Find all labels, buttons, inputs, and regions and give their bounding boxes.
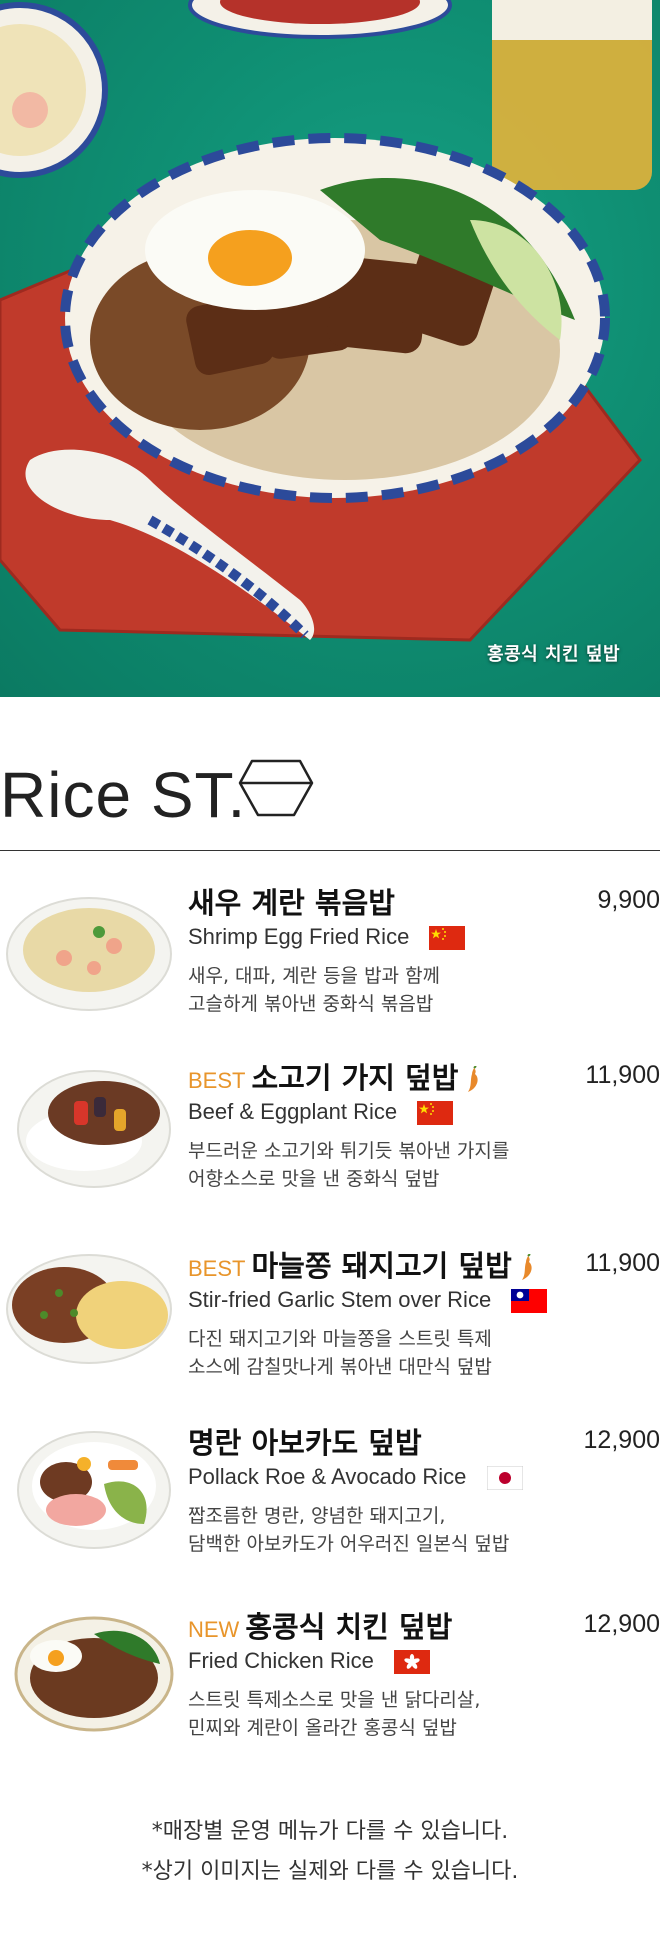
- menu-item-price: 12,900: [583, 1426, 660, 1454]
- menu-item[interactable]: NEW 홍콩식 치킨 덮밥 12,900 Fried Chicken Rice 스…: [0, 1604, 660, 1764]
- menu-item-english-label: Pollack Roe & Avocado Rice: [188, 1464, 467, 1489]
- menu-item-name: 명란 아보카도 덮밥: [188, 1420, 422, 1462]
- footnote-image-disclaimer: *상기 이미지는 실제와 다를 수 있습니다.: [141, 1859, 519, 1884]
- description-line: 어향소스로 맛을 낸 중화식 덮밥: [188, 1168, 440, 1190]
- menu-item-description: 새우, 대파, 계란 등을 밥과 함께 고슬하게 볶아낸 중화식 볶음밥: [188, 962, 440, 1018]
- menu-item-description: 다진 돼지고기와 마늘쫑을 스트릿 특제 소스에 감칠맛나게 볶아낸 대만식 덮…: [188, 1325, 492, 1381]
- bowl-outline-icon: [238, 759, 314, 817]
- description-line: 스트릿 특제소스로 맛을 낸 닭다리살,: [188, 1689, 481, 1711]
- menu-item[interactable]: 새우 계란 볶음밥 9,900 Shrimp Egg Fried Rice 새우…: [0, 880, 660, 1040]
- hongkong-flag-icon: [393, 1650, 430, 1675]
- menu-item-english-name: Stir-fried Garlic Stem over Rice: [188, 1287, 548, 1314]
- menu-item-price: 9,900: [597, 886, 660, 914]
- menu-item-name: NEW 홍콩식 치킨 덮밥: [188, 1604, 452, 1646]
- description-line: 부드러운 소고기와 튀기듯 볶아낸 가지를: [188, 1140, 510, 1162]
- description-line: 민찌와 계란이 올라간 홍콩식 덮밥: [188, 1717, 457, 1739]
- menu-item-title: 명란 아보카도 덮밥: [188, 1426, 422, 1460]
- menu-item[interactable]: BEST 마늘쫑 돼지고기 덮밥 11,900 Stir-fried Garlic…: [0, 1243, 660, 1403]
- menu-item-english-name: Fried Chicken Rice: [188, 1648, 430, 1675]
- description-line: 새우, 대파, 계란 등을 밥과 함께: [188, 965, 441, 987]
- menu-item-description: 짭조름한 명란, 양념한 돼지고기, 담백한 아보카도가 어우러진 일본식 덮밥: [188, 1502, 509, 1558]
- description-line: 짭조름한 명란, 양념한 돼지고기,: [188, 1505, 446, 1527]
- fried-chicken-rice-photo: [14, 1616, 174, 1732]
- hero-image: 홍콩식 치킨 덮밥: [0, 0, 660, 697]
- menu-item-title: 새우 계란 볶음밥: [188, 886, 395, 920]
- menu-item-name: 새우 계란 볶음밥: [188, 880, 395, 922]
- menu-item-name: BEST 마늘쫑 돼지고기 덮밥: [188, 1243, 536, 1285]
- best-badge: BEST: [188, 1256, 246, 1281]
- menu-item[interactable]: 명란 아보카도 덮밥 12,900 Pollack Roe & Avocado …: [0, 1420, 660, 1580]
- menu-item-description: 부드러운 소고기와 튀기듯 볶아낸 가지를 어향소스로 맛을 낸 중화식 덮밥: [188, 1137, 509, 1193]
- taiwan-flag-icon: [511, 1289, 548, 1314]
- china-flag-icon: [417, 1101, 454, 1126]
- hero-caption: 홍콩식 치킨 덮밥: [487, 644, 620, 665]
- best-badge: BEST: [188, 1068, 246, 1093]
- chili-pepper-icon: [468, 1066, 479, 1092]
- menu-item-title: 홍콩식 치킨 덮밥: [245, 1610, 453, 1644]
- menu-item-title: 마늘쫑 돼지고기 덮밥: [251, 1249, 512, 1283]
- description-line: 소스에 감칠맛나게 볶아낸 대만식 덮밥: [188, 1356, 492, 1378]
- menu-item-english-label: Shrimp Egg Fried Rice: [188, 924, 410, 949]
- menu-item[interactable]: BEST 소고기 가지 덮밥 11,900 Beef & Eggplant Ric…: [0, 1055, 660, 1215]
- menu-item-price: 12,900: [583, 1610, 660, 1638]
- menu-item-description: 스트릿 특제소스로 맛을 낸 닭다리살, 민찌와 계란이 올라간 홍콩식 덮밥: [188, 1686, 480, 1742]
- new-badge: NEW: [188, 1617, 240, 1642]
- shrimp-egg-fried-rice-photo: [6, 897, 172, 1011]
- garlic-stem-pork-rice-photo: [6, 1254, 172, 1364]
- menu-item-english-name: Beef & Eggplant Rice: [188, 1099, 454, 1126]
- menu-item-english-name: Shrimp Egg Fried Rice: [188, 924, 466, 951]
- menu-item-english-label: Fried Chicken Rice: [188, 1648, 374, 1673]
- hero-food-illustration: [0, 0, 652, 642]
- beef-eggplant-rice-photo: [17, 1070, 171, 1188]
- menu-item-price: 11,900: [585, 1249, 660, 1277]
- description-line: 다진 돼지고기와 마늘쫑을 스트릿 특제: [188, 1328, 492, 1350]
- footnote-menu-availability: *매장별 운영 메뉴가 다를 수 있습니다.: [151, 1819, 509, 1844]
- section-title: Rice ST.: [0, 759, 247, 831]
- japan-flag-icon: [486, 1466, 523, 1491]
- menu-item-price: 11,900: [585, 1061, 660, 1089]
- menu-item-english-name: Pollack Roe & Avocado Rice: [188, 1464, 523, 1491]
- description-line: 고슬하게 볶아낸 중화식 볶음밥: [188, 993, 434, 1015]
- menu-item-english-label: Beef & Eggplant Rice: [188, 1099, 398, 1124]
- pollack-roe-avocado-rice-photo: [17, 1431, 171, 1549]
- chili-pepper-icon: [521, 1254, 532, 1280]
- menu-item-title: 소고기 가지 덮밥: [251, 1061, 459, 1095]
- china-flag-icon: [429, 926, 466, 951]
- section-divider: [0, 850, 660, 851]
- menu-item-english-label: Stir-fried Garlic Stem over Rice: [188, 1287, 492, 1312]
- description-line: 담백한 아보카도가 어우러진 일본식 덮밥: [188, 1533, 510, 1555]
- menu-item-name: BEST 소고기 가지 덮밥: [188, 1055, 482, 1097]
